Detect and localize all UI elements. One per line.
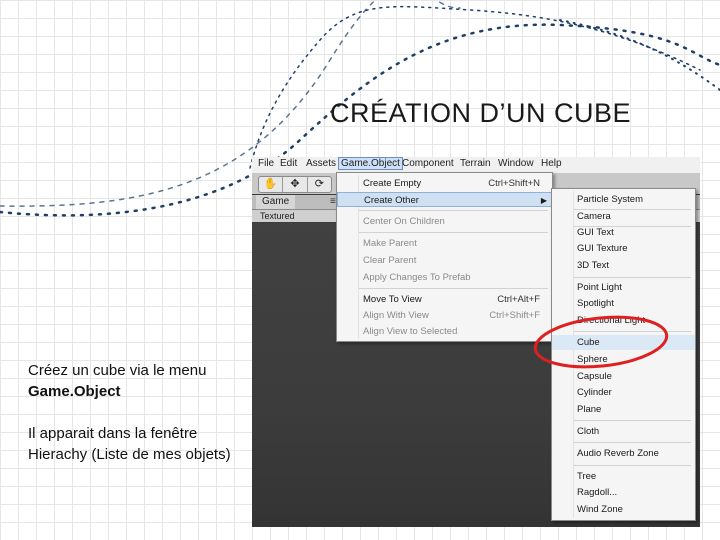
menu-separator bbox=[574, 420, 691, 421]
menu-item-gui-text[interactable]: GUI Text bbox=[552, 225, 695, 240]
menu-item-clear-parent[interactable]: Clear Parent bbox=[337, 253, 552, 268]
menu-item-audio-reverb-zone[interactable]: Audio Reverb Zone bbox=[552, 446, 695, 461]
menu-item-align-with-view[interactable]: Align With View Ctrl+Shift+F bbox=[337, 308, 552, 323]
menu-item-point-light[interactable]: Point Light bbox=[552, 280, 695, 295]
instruction-1-menu-name: Game.Object bbox=[28, 383, 121, 400]
menu-edit[interactable]: Edit bbox=[280, 158, 297, 169]
menu-item-cloth[interactable]: Cloth bbox=[552, 424, 695, 439]
create-other-submenu: Particle System Camera GUI Text GUI Text… bbox=[551, 188, 696, 521]
panel-menu-icon[interactable]: ≡ bbox=[330, 195, 336, 209]
hand-tool-icon[interactable]: ✋ bbox=[259, 177, 284, 192]
render-mode-dropdown[interactable]: Textured bbox=[260, 210, 295, 222]
menu-item-gui-texture[interactable]: GUI Texture bbox=[552, 241, 695, 256]
submenu-arrow-icon: ▶ bbox=[540, 196, 547, 205]
menu-item-make-parent[interactable]: Make Parent bbox=[337, 236, 552, 251]
gameobject-menu: Create Empty Ctrl+Shift+N Create Other ▶ C… bbox=[336, 172, 553, 342]
menu-help[interactable]: Help bbox=[541, 158, 562, 169]
menu-separator bbox=[574, 277, 691, 278]
instruction-1-text: Créez un cube via le menu bbox=[28, 362, 207, 379]
menu-file[interactable]: File bbox=[258, 158, 274, 169]
menu-separator bbox=[574, 331, 691, 332]
menu-item-ragdoll[interactable]: Ragdoll... bbox=[552, 485, 695, 500]
menu-item-align-view-to-selected[interactable]: Align View to Selected bbox=[337, 324, 552, 339]
menu-separator bbox=[359, 288, 548, 289]
menu-item-3d-text[interactable]: 3D Text bbox=[552, 258, 695, 273]
menu-item-directional-light[interactable]: Directional Light bbox=[552, 313, 695, 328]
menu-terrain[interactable]: Terrain bbox=[460, 158, 491, 169]
menu-gameobject[interactable]: Game.Object bbox=[338, 157, 403, 170]
instruction-hierarchy: Il apparait dans la fenêtre Hierachy (Li… bbox=[28, 425, 231, 463]
menu-assets[interactable]: Assets bbox=[306, 158, 336, 169]
transform-tools: ✋ ✥ ⟳ bbox=[258, 176, 332, 193]
rotate-tool-icon[interactable]: ⟳ bbox=[308, 177, 331, 192]
menu-item-capsule[interactable]: Capsule bbox=[552, 369, 695, 384]
menu-separator bbox=[359, 232, 548, 233]
slide-body-text: Créez un cube via le menu Game.Object Il… bbox=[28, 360, 243, 486]
menu-item-move-to-view[interactable]: Move To View Ctrl+Alt+F bbox=[337, 292, 552, 307]
menu-window[interactable]: Window bbox=[498, 158, 534, 169]
menu-separator bbox=[574, 465, 691, 466]
menu-item-tree[interactable]: Tree bbox=[552, 469, 695, 484]
menu-item-particle-system[interactable]: Particle System bbox=[552, 192, 695, 207]
menu-item-plane[interactable]: Plane bbox=[552, 402, 695, 417]
menu-separator bbox=[574, 442, 691, 443]
tab-game[interactable]: Game bbox=[256, 195, 296, 209]
menu-item-cube[interactable]: Cube bbox=[552, 335, 695, 350]
menu-item-cylinder[interactable]: Cylinder bbox=[552, 385, 695, 400]
menu-item-sphere[interactable]: Sphere bbox=[552, 352, 695, 367]
instruction-create-cube: Créez un cube via le menu Game.Object bbox=[28, 360, 243, 402]
menu-item-apply-changes[interactable]: Apply Changes To Prefab bbox=[337, 270, 552, 285]
menu-item-create-empty[interactable]: Create Empty Ctrl+Shift+N bbox=[337, 176, 552, 191]
menu-item-create-other[interactable]: Create Other ▶ bbox=[337, 192, 552, 207]
menu-item-spotlight[interactable]: Spotlight bbox=[552, 296, 695, 311]
menu-item-wind-zone[interactable]: Wind Zone bbox=[552, 502, 695, 517]
menu-item-center-on-children[interactable]: Center On Children bbox=[337, 214, 552, 229]
menu-component[interactable]: Component bbox=[402, 158, 454, 169]
slide-title: CRÉATION D’UN CUBE bbox=[330, 98, 632, 128]
menu-item-camera[interactable]: Camera bbox=[552, 209, 695, 224]
menu-separator bbox=[359, 210, 548, 211]
move-tool-icon[interactable]: ✥ bbox=[283, 177, 308, 192]
